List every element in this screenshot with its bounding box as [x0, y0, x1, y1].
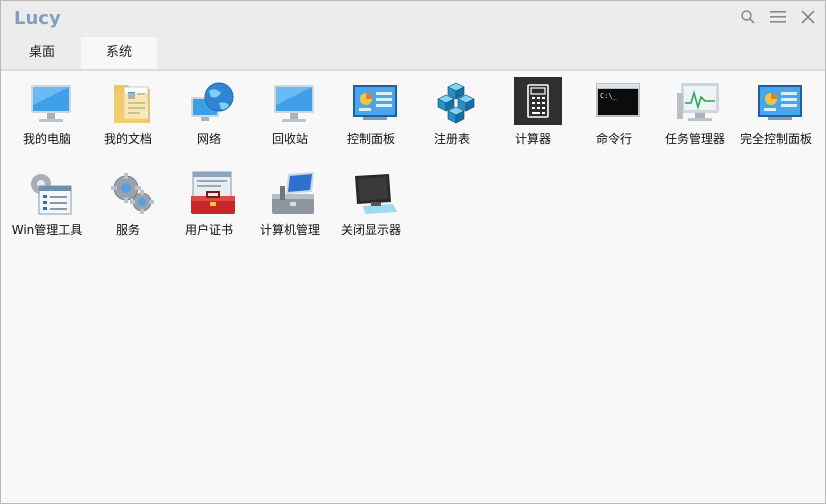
close-button[interactable]	[797, 7, 819, 27]
item-computer-management[interactable]: 计算机管理	[250, 162, 330, 248]
item-my-computer[interactable]: 我的电脑	[7, 71, 87, 157]
control-panel-icon	[756, 79, 804, 127]
item-label: Win管理工具	[11, 223, 83, 237]
calculator-icon	[514, 77, 562, 125]
item-label: 用户证书	[184, 223, 233, 237]
control-panel-icon	[351, 79, 399, 127]
computer-management-icon	[270, 170, 318, 218]
item-calculator[interactable]: 计算器	[493, 71, 573, 157]
documents-icon	[108, 79, 156, 127]
item-my-documents[interactable]: 我的文档	[88, 71, 168, 157]
item-label: 计算器	[514, 132, 551, 146]
admin-tools-icon	[27, 170, 75, 218]
task-manager-icon	[675, 79, 723, 127]
window-title: Lucy	[14, 8, 61, 29]
tab-desktop[interactable]: 桌面	[5, 37, 79, 69]
item-label: 任务管理器	[664, 132, 725, 146]
app-window: Lucy 桌面 系统 我的电脑 我的文档 网络 回收站 控制面板 注册表 计算器…	[0, 0, 826, 504]
item-admin-tools[interactable]: Win管理工具	[7, 162, 87, 248]
item-services[interactable]: 服务	[88, 162, 168, 248]
item-registry[interactable]: 注册表	[412, 71, 492, 157]
item-label: 关闭显示器	[340, 223, 401, 237]
item-label: 回收站	[271, 132, 308, 146]
item-label: 网络	[196, 132, 221, 146]
item-turn-off-monitor[interactable]: 关闭显示器	[331, 162, 411, 248]
network-globe-icon	[189, 79, 237, 127]
item-label: 我的电脑	[22, 132, 71, 146]
item-label: 完全控制面板	[739, 132, 812, 146]
item-label: 命令行	[595, 132, 632, 146]
menu-icon	[770, 10, 786, 24]
services-gears-icon	[108, 170, 156, 218]
item-network[interactable]: 网络	[169, 71, 249, 157]
item-label: 注册表	[433, 132, 470, 146]
item-full-control-panel[interactable]: 完全控制面板	[736, 71, 816, 157]
registry-icon	[432, 79, 480, 127]
computer-icon	[27, 79, 75, 127]
item-user-certificates[interactable]: 用户证书	[169, 162, 249, 248]
tab-bar: 桌面 系统	[1, 37, 825, 71]
monitor-off-icon	[351, 170, 399, 218]
svg-text:C:\_: C:\_	[600, 92, 618, 100]
recycle-bin-icon	[270, 79, 318, 127]
item-control-panel[interactable]: 控制面板	[331, 71, 411, 157]
item-label: 控制面板	[346, 132, 395, 146]
close-icon	[800, 9, 816, 25]
item-label: 服务	[115, 223, 140, 237]
command-prompt-icon: C:\_	[594, 79, 642, 127]
title-bar: Lucy	[1, 1, 825, 37]
search-button[interactable]	[737, 7, 759, 27]
item-command-prompt[interactable]: C:\_ 命令行	[574, 71, 654, 157]
item-label: 计算机管理	[259, 223, 320, 237]
item-task-manager[interactable]: 任务管理器	[655, 71, 735, 157]
item-recycle-bin[interactable]: 回收站	[250, 71, 330, 157]
search-icon	[740, 9, 756, 25]
menu-button[interactable]	[767, 7, 789, 27]
tab-system[interactable]: 系统	[81, 37, 157, 69]
icon-grid: 我的电脑 我的文档 网络 回收站 控制面板 注册表 计算器 C:\_ 命令行 任…	[1, 71, 825, 503]
item-label: 我的文档	[103, 132, 152, 146]
certificate-toolbox-icon	[189, 170, 237, 218]
